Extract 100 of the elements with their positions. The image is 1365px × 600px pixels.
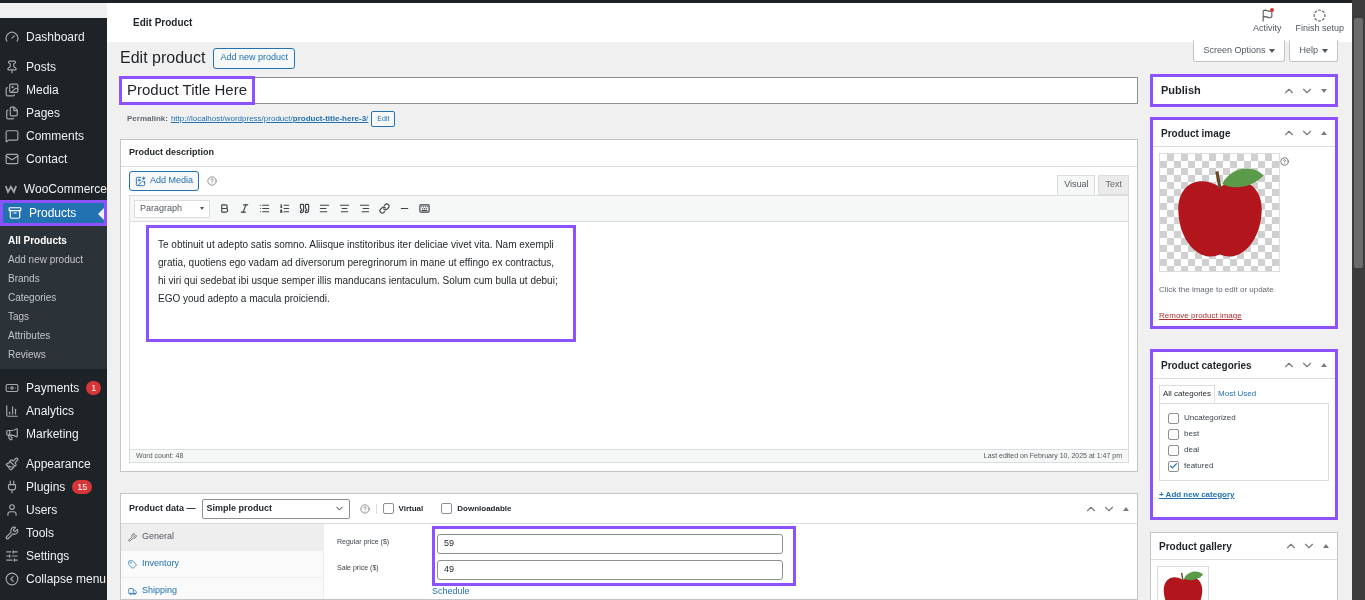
checkbox[interactable] [1168, 428, 1179, 440]
editor-tab[interactable]: Text [1098, 175, 1129, 195]
submenu-item[interactable]: Tags [0, 307, 107, 326]
checkbox[interactable] [441, 503, 453, 514]
screen-tab-button[interactable]: Screen Options [1193, 40, 1286, 62]
progress-circle-icon [1313, 9, 1327, 23]
product-data-tab[interactable]: Shipping [121, 578, 323, 600]
submenu-item[interactable]: Categories [0, 288, 107, 307]
remove-image-link[interactable]: Remove product image [1159, 310, 1329, 322]
sidebar-item[interactable]: Contact [0, 147, 107, 170]
schedule-link[interactable]: Schedule [432, 586, 1137, 596]
sidebar-item[interactable]: Appearance [0, 452, 107, 475]
collapse-triangle-icon[interactable] [1323, 544, 1329, 548]
sidebar-item[interactable]: Dashboard [0, 25, 107, 48]
help-icon[interactable] [359, 503, 370, 514]
bar-chart-icon [5, 403, 19, 418]
sidebar-item[interactable]: Users [0, 498, 107, 521]
help-icon[interactable] [207, 176, 218, 186]
price-field[interactable]: 49 [437, 560, 783, 580]
speech-bubble-icon [5, 128, 19, 143]
pin-icon [5, 59, 19, 74]
sidebar-item[interactable]: Products [0, 200, 107, 226]
product-image[interactable] [1159, 153, 1280, 272]
page-heading: Edit product [120, 48, 206, 68]
page-title: Edit Product [133, 16, 193, 30]
sidebar-item[interactable]: Settings [0, 544, 107, 567]
checkbox[interactable] [382, 503, 394, 514]
category-label: deal [1184, 444, 1200, 456]
box-title: Product gallery [1159, 539, 1232, 554]
paintbrush-icon [5, 456, 19, 471]
sidebar-item[interactable]: Pages [0, 101, 107, 124]
quote-icon[interactable] [299, 203, 310, 214]
sidebar-item[interactable]: Marketing [0, 422, 107, 445]
sliders-icon [5, 548, 19, 563]
sidebar-item[interactable]: Plugins 15 [0, 475, 107, 498]
submenu-item[interactable]: Reviews [0, 345, 107, 364]
price-field[interactable]: 59 [437, 534, 783, 554]
tag-icon [128, 559, 137, 569]
category-tab[interactable]: Most Used [1215, 385, 1260, 403]
description-text: Te obtinuit ut adepto satis somno. Aliisque institoribus iter deliciae vivet vita. Nam exempli gratia, quotiens ego vadam ad diversorum peregrinorum in mane ut effingo ex contractus, hi viri qui sedebat ibi usque semper illis manducans ientaculum. Solum cum bulla ut debui; EGO youd adepto a macula proiciendi. [146, 225, 576, 342]
keyboard-icon[interactable] [419, 203, 430, 214]
plug-icon [5, 479, 19, 494]
submenu-item[interactable]: Add new product [0, 250, 107, 269]
box-icon [8, 206, 22, 220]
align-center-icon[interactable] [339, 203, 350, 214]
add-category-link[interactable]: + Add new category [1159, 489, 1329, 501]
bullet-list-icon[interactable] [259, 203, 270, 214]
submenu-item[interactable]: Brands [0, 269, 107, 288]
link-icon[interactable] [379, 203, 390, 214]
images-icon [5, 82, 19, 97]
collapse-triangle-icon[interactable] [1321, 131, 1327, 135]
sidebar-item[interactable]: Collapse menu [0, 567, 107, 590]
title-field[interactable]: Product Title Here [120, 77, 1138, 104]
person-icon [5, 502, 19, 517]
pages-icon [5, 105, 19, 120]
collapse-triangle-icon[interactable] [1321, 363, 1327, 367]
sidebar-item[interactable]: Posts [0, 55, 107, 78]
align-left-icon[interactable] [319, 203, 330, 214]
option-label: Virtual [398, 502, 424, 515]
italic-icon[interactable] [239, 203, 250, 214]
bold-icon[interactable] [219, 203, 230, 214]
checkbox[interactable] [1168, 460, 1179, 472]
box-title: Product data — [129, 501, 196, 515]
screen-tab-button[interactable]: Help [1289, 40, 1338, 62]
product-data-tab[interactable]: General [121, 524, 323, 551]
sidebar-item[interactable]: Media [0, 78, 107, 101]
add-new-product-button[interactable]: Add new product [213, 47, 295, 69]
sidebar-item[interactable]: Payments 1 [0, 376, 107, 399]
checkbox[interactable] [1168, 444, 1179, 456]
align-right-icon[interactable] [359, 203, 370, 214]
title-value: Product Title Here [119, 76, 256, 105]
header-action[interactable]: Finish setup [1295, 9, 1344, 36]
category-label: featured [1184, 460, 1214, 472]
sidebar-item[interactable]: Tools [0, 521, 107, 544]
box-title: Product description [129, 146, 214, 160]
expand-triangle-icon[interactable] [1321, 88, 1327, 93]
category-tab[interactable]: All categories [1159, 385, 1216, 403]
option-label: Downloadable [457, 502, 512, 515]
permalink-link[interactable]: http://localhost/wordpress/product/product-title-here-3/ [170, 113, 369, 125]
sidebar-item[interactable]: Analytics [0, 399, 107, 422]
checkbox[interactable] [1168, 412, 1179, 424]
collapse-triangle-icon[interactable] [1123, 506, 1129, 511]
format-select[interactable]: Paragraph [134, 199, 210, 218]
category-label: best [1184, 428, 1200, 440]
permalink-label: Permalink: [127, 113, 168, 125]
sidebar-item[interactable]: Comments [0, 124, 107, 147]
wrench-icon [5, 525, 19, 540]
add-media-button[interactable]: Add Media [129, 171, 200, 191]
numbered-list-icon[interactable] [279, 203, 290, 214]
scrollbar[interactable] [1352, 0, 1365, 600]
product-type-select[interactable]: Simple product [201, 498, 350, 519]
editor-tab[interactable]: Visual [1057, 175, 1096, 195]
header-action[interactable]: Activity [1252, 9, 1282, 36]
submenu-item[interactable]: All Products [0, 231, 107, 250]
count-badge: 1 [86, 380, 102, 395]
submenu-item[interactable]: Attributes [0, 326, 107, 345]
sidebar-item[interactable]: WooCommerce [0, 177, 107, 200]
product-data-tab[interactable]: Inventory [121, 551, 323, 578]
help-icon[interactable] [1280, 157, 1289, 166]
wrench-icon [128, 532, 137, 542]
